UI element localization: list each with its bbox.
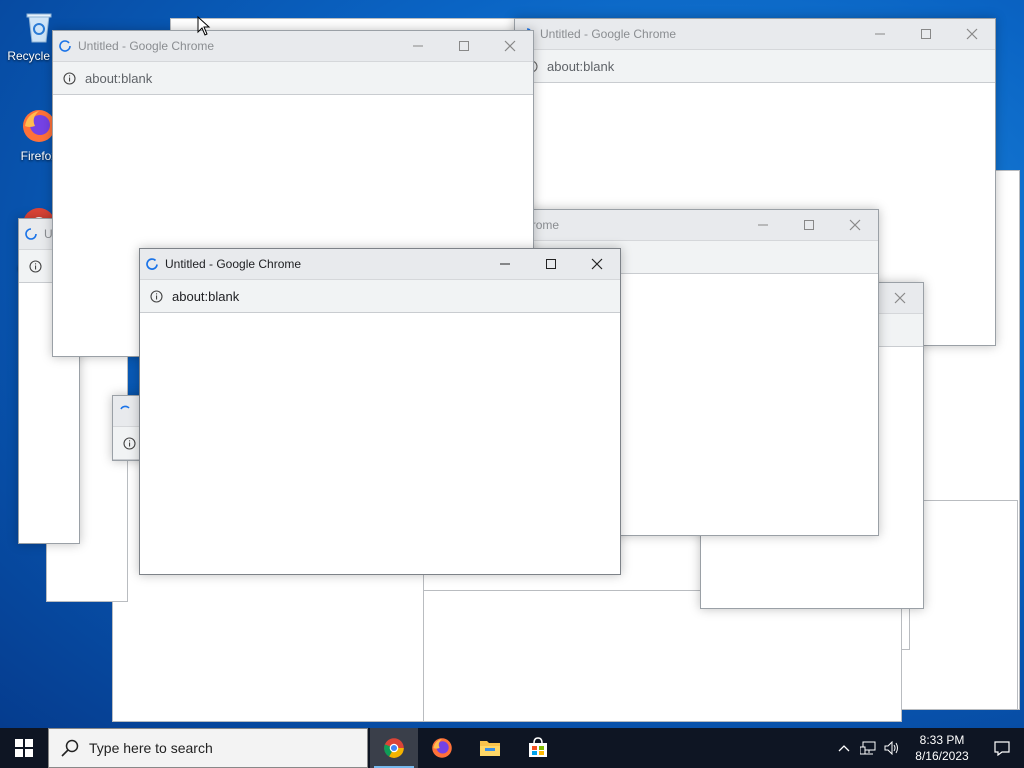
- maximize-icon: [804, 220, 814, 230]
- loading-spinner-icon: [146, 258, 158, 270]
- firefox-icon: [432, 738, 452, 758]
- taskbar-file-explorer[interactable]: [466, 728, 514, 768]
- loading-spinner-icon: [25, 228, 37, 240]
- close-button[interactable]: [832, 210, 878, 240]
- address-bar[interactable]: about:blank: [53, 61, 533, 95]
- volume-button[interactable]: [880, 728, 904, 768]
- minimize-icon: [500, 263, 510, 265]
- start-button[interactable]: [0, 728, 48, 768]
- maximize-icon: [459, 41, 469, 51]
- info-icon: [150, 289, 163, 303]
- minimize-button[interactable]: [395, 31, 441, 61]
- close-button[interactable]: [487, 31, 533, 61]
- address-text[interactable]: about:blank: [547, 59, 614, 74]
- taskbar: Type here to search 8:33 PM 8/16/2023: [0, 728, 1024, 768]
- taskbar-chrome[interactable]: [370, 728, 418, 768]
- minimize-button[interactable]: [857, 19, 903, 49]
- taskbar-firefox[interactable]: [418, 728, 466, 768]
- taskbar-search-box[interactable]: Type here to search: [48, 728, 368, 768]
- maximize-button[interactable]: [786, 210, 832, 240]
- close-icon: [504, 40, 516, 52]
- search-placeholder: Type here to search: [89, 740, 213, 756]
- clock-date: 8/16/2023: [915, 749, 969, 763]
- close-icon: [591, 258, 603, 270]
- network-button[interactable]: [856, 728, 880, 768]
- minimize-button[interactable]: [740, 210, 786, 240]
- close-icon: [849, 219, 861, 231]
- taskbar-store[interactable]: [514, 728, 562, 768]
- search-icon: [61, 739, 79, 757]
- background-window: [418, 590, 902, 722]
- chrome-window-active[interactable]: Untitled - Google Chrome about:blank: [139, 248, 621, 575]
- clock-time: 8:33 PM: [919, 733, 965, 747]
- clock[interactable]: 8:33 PM 8/16/2023: [904, 732, 980, 764]
- maximize-icon: [921, 29, 931, 39]
- loading-spinner-icon: [120, 405, 130, 410]
- minimize-button[interactable]: [482, 249, 528, 279]
- titlebar[interactable]: Untitled - Google Chrome: [515, 19, 995, 49]
- window-title: Untitled - Google Chrome: [540, 27, 677, 41]
- close-button[interactable]: [877, 283, 923, 313]
- window-title: Untitled - Google Chrome: [78, 39, 215, 53]
- info-icon: [63, 71, 76, 85]
- address-bar[interactable]: about:blank: [515, 49, 995, 83]
- store-icon: [529, 737, 547, 757]
- titlebar[interactable]: Untitled - Google Chrome: [53, 31, 533, 61]
- speaker-icon: [884, 741, 898, 755]
- address-bar[interactable]: about:blank: [140, 279, 620, 313]
- address-text[interactable]: about:blank: [172, 289, 239, 304]
- windows-logo-icon: [15, 739, 33, 757]
- system-tray: 8:33 PM 8/16/2023: [832, 728, 1024, 768]
- close-button[interactable]: [949, 19, 995, 49]
- notifications-button[interactable]: [980, 728, 1024, 768]
- maximize-button[interactable]: [441, 31, 487, 61]
- window-title: Untitled - Google Chrome: [165, 257, 302, 271]
- close-icon: [894, 292, 906, 304]
- minimize-icon: [758, 224, 768, 226]
- maximize-icon: [546, 259, 556, 269]
- minimize-icon: [875, 33, 885, 35]
- network-icon: [860, 741, 876, 755]
- info-icon: [123, 436, 136, 450]
- minimize-icon: [413, 45, 423, 47]
- loading-spinner-icon: [59, 40, 71, 52]
- address-text[interactable]: about:blank: [85, 71, 152, 86]
- maximize-button[interactable]: [903, 19, 949, 49]
- info-icon: [29, 259, 42, 273]
- titlebar[interactable]: Untitled - Google Chrome: [140, 249, 620, 279]
- chevron-up-icon: [838, 745, 850, 752]
- desktop: Recycle Bin Firefox Google Chrome U: [0, 0, 1024, 728]
- close-button[interactable]: [574, 249, 620, 279]
- show-hidden-icons-button[interactable]: [832, 728, 856, 768]
- close-icon: [966, 28, 978, 40]
- file-explorer-icon: [480, 741, 500, 756]
- notification-icon: [994, 741, 1010, 756]
- maximize-button[interactable]: [528, 249, 574, 279]
- mouse-cursor-icon: [197, 16, 211, 36]
- chrome-icon: [384, 738, 404, 758]
